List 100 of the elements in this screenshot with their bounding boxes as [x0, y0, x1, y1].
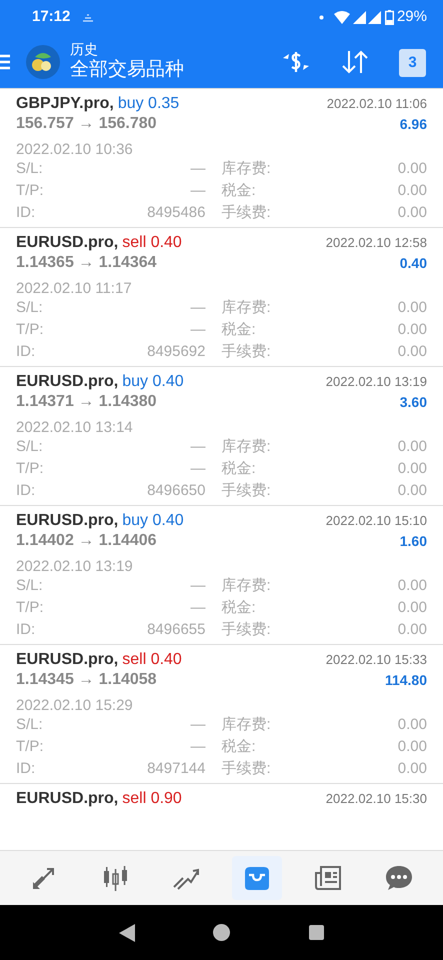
close-time: 2022.02.10 11:06: [326, 95, 427, 114]
notification-icon: [82, 12, 94, 22]
calendar-button[interactable]: 3: [399, 49, 426, 77]
close-time: 2022.02.10 15:30: [326, 790, 427, 808]
open-time: 2022.02.10 11:17: [16, 280, 132, 297]
field-label: T/P:: [16, 598, 44, 618]
battery-icon: [384, 10, 394, 25]
field-value: 0.00: [398, 480, 427, 501]
field-value: 0.00: [398, 598, 427, 618]
price-range: 156.757 → 156.780: [16, 114, 157, 134]
screen-title: 全部交易品种: [70, 58, 184, 82]
symbol-name: EURUSD.pro,: [16, 372, 118, 392]
field-label: 手续费:: [222, 202, 271, 223]
price-range: 1.14365 → 1.14364: [16, 253, 157, 273]
sort-arrows-icon[interactable]: [341, 48, 369, 74]
field-label: 税金:: [222, 320, 256, 340]
field-label: S/L:: [16, 576, 43, 596]
back-icon[interactable]: [119, 924, 136, 942]
close-time: 2022.02.10 13:19: [326, 373, 427, 392]
field-label: 手续费:: [222, 342, 271, 362]
profit-value: 6.96: [400, 114, 427, 134]
profit-value: 1.60: [400, 532, 427, 550]
field-value: 0.00: [398, 576, 427, 596]
field-value: 8496655: [147, 620, 206, 640]
field-value: 0.00: [398, 180, 427, 201]
field-label: S/L:: [16, 714, 43, 735]
order-type: sell 0.90: [122, 789, 182, 809]
battery-percent: 29%: [396, 7, 427, 28]
app-logo-icon: [26, 44, 60, 78]
nav-tab[interactable]: [232, 856, 282, 900]
signal-icon: [368, 11, 381, 24]
profit-value: 3.60: [400, 392, 427, 412]
field-label: 库存费:: [222, 714, 271, 735]
status-dot-icon: [318, 15, 324, 20]
field-label: T/P:: [16, 736, 44, 757]
field-label: 库存费:: [222, 298, 271, 318]
field-value: —: [190, 736, 206, 757]
close-time: 2022.02.10 15:33: [326, 651, 427, 670]
price-range: 1.14402 → 1.14406: [16, 531, 157, 551]
symbol-name: EURUSD.pro,: [16, 511, 118, 531]
field-value: —: [190, 576, 206, 596]
field-value: —: [190, 598, 206, 618]
field-label: 手续费:: [222, 620, 271, 640]
field-label: 税金:: [222, 458, 256, 479]
field-value: 0.00: [398, 736, 427, 757]
field-label: 税金:: [222, 598, 256, 618]
field-value: 8496650: [147, 480, 206, 501]
field-label: ID:: [16, 758, 36, 779]
field-value: —: [190, 180, 206, 201]
field-value: —: [190, 436, 206, 457]
field-value: 0.00: [398, 158, 427, 179]
field-value: 0.00: [398, 342, 427, 362]
field-value: —: [190, 298, 206, 318]
chat-bubble-icon: [384, 863, 414, 893]
field-label: 库存费:: [222, 436, 271, 457]
order-type: sell 0.40: [122, 233, 182, 253]
field-value: 0.00: [398, 620, 427, 640]
profit-value: 114.80: [384, 670, 427, 690]
open-time: 2022.02.10 13:19: [16, 558, 133, 575]
close-time: 2022.02.10 12:58: [326, 234, 427, 252]
field-value: 0.00: [398, 202, 427, 223]
clock-time: 17:12: [32, 7, 70, 28]
field-label: 手续费:: [222, 480, 271, 501]
field-value: 0.00: [398, 758, 427, 779]
field-label: ID:: [16, 480, 36, 501]
order-type: buy 0.40: [122, 511, 184, 531]
order-type: buy 0.35: [118, 94, 180, 114]
field-value: —: [190, 458, 206, 479]
field-label: 手续费:: [222, 758, 271, 779]
signal-icon: [352, 11, 366, 24]
open-time: 2022.02.10 13:14: [16, 419, 133, 436]
price-range: 1.14345 → 1.14058: [16, 670, 157, 690]
field-value: 0.00: [398, 320, 427, 340]
order-type: buy 0.40: [122, 372, 184, 392]
symbol-name: GBPJPY.pro,: [16, 94, 114, 114]
field-value: 0.00: [398, 458, 427, 479]
field-label: 库存费:: [222, 158, 271, 179]
field-value: 8495486: [147, 202, 206, 223]
field-value: 0.00: [398, 298, 427, 318]
close-time: 2022.02.10 15:10: [326, 512, 427, 530]
wifi-icon: [334, 11, 350, 24]
recents-icon[interactable]: [308, 925, 324, 940]
newspaper-icon: [313, 863, 344, 893]
home-icon[interactable]: [213, 924, 230, 941]
field-label: ID:: [16, 202, 36, 223]
field-label: T/P:: [16, 458, 44, 479]
field-label: 税金:: [222, 736, 256, 757]
price-range: 1.14371 → 1.14380: [16, 392, 157, 412]
menu-icon[interactable]: [0, 54, 10, 70]
symbol-name: EURUSD.pro,: [16, 233, 118, 253]
symbol-name: EURUSD.pro,: [16, 789, 118, 809]
field-label: S/L:: [16, 436, 43, 457]
field-label: S/L:: [16, 158, 43, 179]
screen-subtitle: 历史: [70, 40, 99, 58]
field-value: —: [190, 714, 206, 735]
open-time: 2022.02.10 15:29: [16, 697, 133, 714]
open-time: 2022.02.10 10:36: [16, 141, 133, 158]
field-label: ID:: [16, 620, 36, 640]
field-value: 8497144: [147, 758, 206, 779]
symbol-name: EURUSD.pro,: [16, 650, 118, 670]
